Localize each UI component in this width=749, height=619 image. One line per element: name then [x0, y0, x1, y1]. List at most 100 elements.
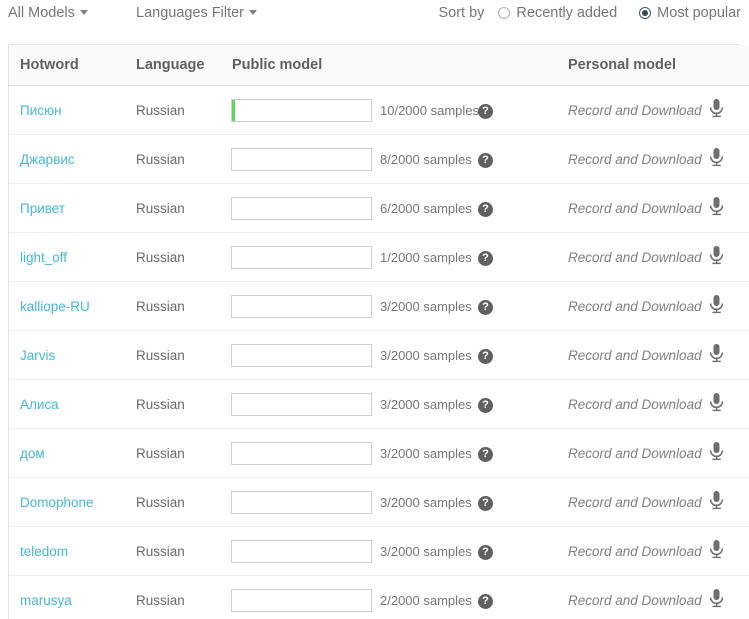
all-models-label: All Models	[8, 5, 75, 21]
microphone-icon[interactable]	[708, 490, 725, 511]
microphone-icon-svg	[708, 490, 725, 511]
column-header-language[interactable]: Language	[136, 45, 228, 86]
cell-samples-count: 3/2000 samples	[378, 331, 478, 380]
cell-public-model	[228, 380, 378, 429]
cell-personal-model[interactable]: Record and Download	[568, 184, 708, 233]
hotword-link[interactable]: дом	[20, 446, 45, 461]
cell-personal-model[interactable]: Record and Download	[568, 135, 708, 184]
public-model-progress-bar	[231, 442, 372, 465]
cell-samples-count: 6/2000 samples	[378, 184, 478, 233]
help-icon[interactable]: ?	[478, 300, 493, 315]
microphone-icon[interactable]	[708, 588, 725, 609]
cell-samples-count: 10/2000 samples	[378, 86, 478, 135]
sort-option-most-popular[interactable]: Most popular	[639, 4, 741, 22]
table-row: JarvisRussian3/2000 samples?Record and D…	[9, 331, 749, 380]
public-model-progress-bar	[231, 540, 372, 563]
cell-personal-model[interactable]: Record and Download	[568, 233, 708, 282]
sort-option-recently-added[interactable]: Recently added	[498, 4, 617, 22]
column-header-hotword[interactable]: Hotword	[9, 45, 136, 86]
microphone-icon[interactable]	[708, 539, 725, 560]
cell-language: Russian	[136, 478, 228, 527]
cell-hotword: Джарвис	[9, 135, 136, 184]
cell-personal-model[interactable]: Record and Download	[568, 86, 708, 135]
cell-hotword: kalliope-RU	[9, 282, 136, 331]
column-header-public-model[interactable]: Public model	[228, 45, 378, 86]
all-models-dropdown[interactable]: All Models	[8, 4, 88, 22]
microphone-icon-svg	[708, 196, 725, 217]
help-icon[interactable]: ?	[478, 594, 493, 609]
cell-personal-model[interactable]: Record and Download	[568, 478, 708, 527]
cell-hotword: Domophone	[9, 478, 136, 527]
table-row: домRussian3/2000 samples?Record and Down…	[9, 429, 749, 478]
cell-public-model	[228, 331, 378, 380]
languages-filter-dropdown[interactable]: Languages Filter	[136, 4, 257, 22]
microphone-icon[interactable]	[708, 294, 725, 315]
microphone-icon[interactable]	[708, 245, 725, 266]
cell-help: ?	[478, 233, 568, 282]
cell-help: ?	[478, 527, 568, 576]
cell-samples-count: 3/2000 samples	[378, 429, 478, 478]
column-header-mic-spacer	[708, 45, 749, 86]
hotword-link[interactable]: light_off	[20, 250, 67, 265]
sort-option-most-popular-label: Most popular	[657, 4, 741, 22]
cell-personal-model[interactable]: Record and Download	[568, 576, 708, 619]
table-row: marusyaRussian2/2000 samples?Record and …	[9, 576, 749, 619]
microphone-icon-svg	[708, 539, 725, 560]
cell-personal-model[interactable]: Record and Download	[568, 527, 708, 576]
microphone-icon[interactable]	[708, 147, 725, 168]
cell-hotword: marusya	[9, 576, 136, 619]
sort-by-label: Sort by	[438, 4, 484, 22]
help-icon[interactable]: ?	[478, 447, 493, 462]
cell-help: ?	[478, 380, 568, 429]
microphone-icon-svg	[708, 245, 725, 266]
cell-hotword: light_off	[9, 233, 136, 282]
public-model-progress-bar	[231, 491, 372, 514]
microphone-icon[interactable]	[708, 196, 725, 217]
table-row: light_offRussian1/2000 samples?Record an…	[9, 233, 749, 282]
cell-personal-model[interactable]: Record and Download	[568, 380, 708, 429]
table-row: Писюн Russian 10/2000 samples? Record and D…	[9, 86, 749, 135]
cell-record-mic	[708, 331, 749, 380]
help-icon[interactable]: ?	[478, 251, 493, 266]
cell-hotword: teledom	[9, 527, 136, 576]
hotword-link[interactable]: marusya	[20, 593, 72, 608]
table-body: Писюн Russian 10/2000 samples? Record and D…	[9, 86, 749, 619]
cell-samples-count: 3/2000 samples	[378, 478, 478, 527]
cell-public-model	[228, 429, 378, 478]
column-header-personal-model[interactable]: Personal model	[568, 45, 708, 86]
microphone-icon[interactable]	[708, 343, 725, 364]
microphone-icon[interactable]	[708, 98, 725, 119]
microphone-icon[interactable]	[708, 441, 725, 462]
hotword-link[interactable]: kalliope-RU	[20, 299, 90, 314]
hotword-link[interactable]: Domophone	[20, 495, 94, 510]
cell-personal-model[interactable]: Record and Download	[568, 282, 708, 331]
cell-record-mic	[708, 233, 749, 282]
cell-help: ?	[478, 282, 568, 331]
help-icon[interactable]: ?	[478, 545, 493, 560]
cell-public-model	[228, 282, 378, 331]
help-icon[interactable]: ?	[478, 496, 493, 511]
help-icon[interactable]: ?	[478, 398, 493, 413]
cell-record-mic	[708, 135, 749, 184]
hotword-link[interactable]: Привет	[20, 201, 65, 216]
cell-language: Russian	[136, 527, 228, 576]
radio-icon-most-popular[interactable]	[639, 7, 651, 19]
cell-language: Russian	[136, 86, 228, 135]
cell-personal-model[interactable]: Record and Download	[568, 331, 708, 380]
hotword-link[interactable]: Писюн	[20, 103, 62, 118]
cell-record-mic	[708, 576, 749, 619]
hotword-link[interactable]: Джарвис	[20, 152, 75, 167]
cell-hotword: Алиса	[9, 380, 136, 429]
help-icon[interactable]: ?	[478, 202, 493, 217]
cell-hotword: Привет	[9, 184, 136, 233]
microphone-icon[interactable]	[708, 392, 725, 413]
hotword-link[interactable]: teledom	[20, 544, 68, 559]
radio-icon-recently-added[interactable]	[498, 7, 510, 19]
help-icon[interactable]: ?	[478, 349, 493, 364]
help-icon[interactable]: ?	[478, 153, 493, 168]
hotword-link[interactable]: Jarvis	[20, 348, 55, 363]
help-icon[interactable]: ?	[478, 104, 493, 119]
hotword-link[interactable]: Алиса	[20, 397, 59, 412]
cell-personal-model[interactable]: Record and Download	[568, 429, 708, 478]
public-model-progress-bar	[231, 589, 372, 612]
